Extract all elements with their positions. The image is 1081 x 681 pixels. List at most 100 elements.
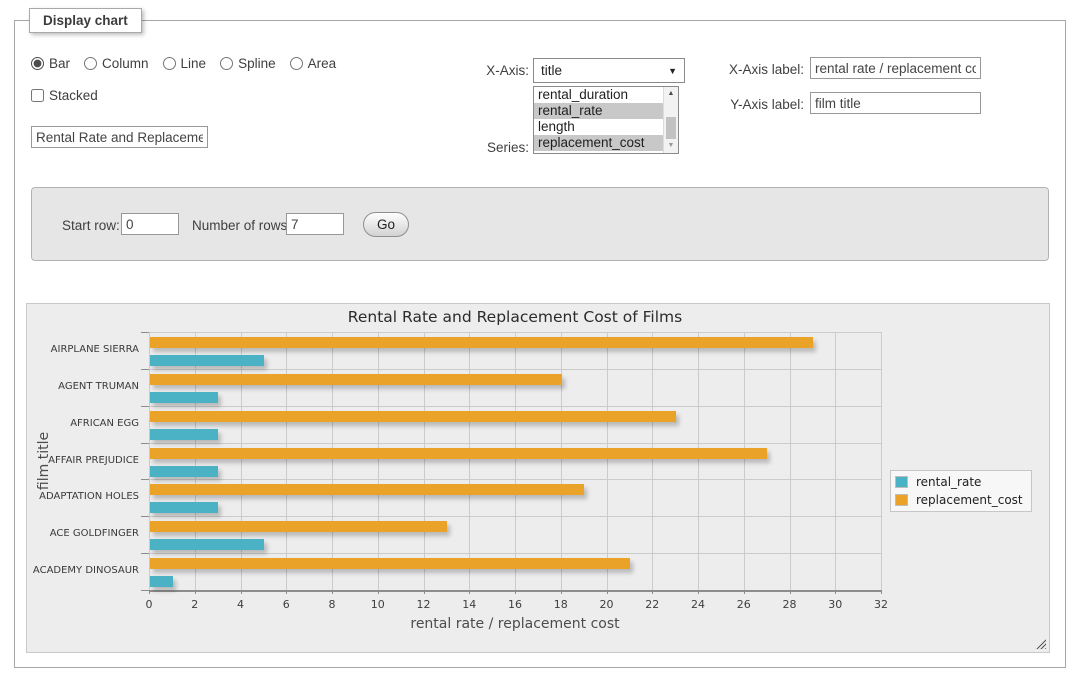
rental_rate-bar: [150, 392, 218, 403]
replacement_cost-bar: [150, 448, 767, 459]
legend-item-rental_rate: rental_rate: [895, 474, 1023, 490]
rental_rate-bar: [150, 502, 218, 513]
series-option-length[interactable]: length: [534, 119, 678, 135]
replacement_cost-bar: [150, 374, 562, 385]
scrollbar-thumb[interactable]: [666, 117, 676, 139]
y-axis-title: film title: [36, 432, 52, 490]
series-option-replacement_cost[interactable]: replacement_cost: [534, 135, 678, 151]
series-select-label: Series:: [456, 140, 529, 155]
chart-type-option-area[interactable]: Area: [290, 56, 337, 71]
chart-type-text: Spline: [238, 56, 276, 71]
y-axis-tick: [141, 590, 149, 591]
chart-type-text: Bar: [49, 56, 70, 71]
stacked-checkbox[interactable]: [31, 89, 44, 102]
row-range-panel: Start row: Number of rows: Go: [31, 187, 1049, 261]
gridline-horizontal: [149, 443, 881, 444]
chart-type-radio-spline[interactable]: [220, 57, 233, 70]
series-option-rental_rate[interactable]: rental_rate: [534, 103, 678, 119]
rental_rate-swatch-icon: [895, 476, 908, 488]
chart-type-option-spline[interactable]: Spline: [220, 56, 276, 71]
x-axis-label-input[interactable]: [810, 57, 981, 79]
rental_rate-bar: [150, 429, 218, 440]
y-axis-tick: [141, 332, 149, 333]
chart-type-option-bar[interactable]: Bar: [31, 56, 70, 71]
gridline-vertical: [561, 332, 562, 590]
stacked-option[interactable]: Stacked: [31, 88, 98, 103]
gridline-vertical: [424, 332, 425, 590]
x-axis-line: [149, 590, 881, 592]
y-axis-tick: [141, 516, 149, 517]
replacement_cost-bar: [150, 521, 447, 532]
chart-container: Rental Rate and Replacement Cost of Film…: [26, 303, 1050, 653]
category-label: AIRPLANE SIERRA: [27, 332, 139, 369]
chart-type-radio-column[interactable]: [84, 57, 97, 70]
y-axis-tick: [141, 369, 149, 370]
x-tick-label: 26: [729, 598, 759, 611]
rental_rate-bar: [150, 539, 264, 550]
replacement_cost-bar: [150, 337, 813, 348]
stacked-label: Stacked: [49, 88, 98, 103]
chart-type-radio-line[interactable]: [163, 57, 176, 70]
x-tick-label: 30: [820, 598, 850, 611]
gridline-vertical: [652, 332, 653, 590]
x-tick-label: 22: [637, 598, 667, 611]
legend-item-replacement_cost: replacement_cost: [895, 492, 1023, 508]
gridline-vertical: [835, 332, 836, 590]
gridline-vertical: [790, 332, 791, 590]
replacement_cost-bar: [150, 411, 676, 422]
x-tick-label: 16: [500, 598, 530, 611]
gridline-vertical: [607, 332, 608, 590]
x-axis-title: rental rate / replacement cost: [149, 616, 881, 632]
chart-type-radio-bar[interactable]: [31, 57, 44, 70]
gridline-horizontal: [149, 553, 881, 554]
series-option-rental_duration[interactable]: rental_duration: [534, 87, 678, 103]
x-tick-label: 20: [592, 598, 622, 611]
y-axis-tick: [141, 443, 149, 444]
chart-legend: rental_rate replacement_cost: [890, 470, 1032, 512]
x-axis-select-label: X-Axis:: [471, 63, 529, 78]
chart-type-text: Line: [181, 56, 207, 71]
x-tick-label: 12: [409, 598, 439, 611]
y-axis-tick: [141, 479, 149, 480]
scroll-down-icon[interactable]: ▼: [664, 139, 678, 153]
start-row-input[interactable]: [121, 213, 179, 235]
y-axis-label-input[interactable]: [810, 92, 981, 114]
go-button[interactable]: Go: [363, 212, 409, 237]
series-listbox[interactable]: rental_durationrental_ratelengthreplacem…: [533, 86, 679, 154]
gridline-horizontal: [149, 406, 881, 407]
gridline-vertical: [195, 332, 196, 590]
x-tick-label: 24: [683, 598, 713, 611]
chart-type-text: Area: [308, 56, 337, 71]
gridline-horizontal: [149, 516, 881, 517]
chart-type-radio-area[interactable]: [290, 57, 303, 70]
x-axis-tick: [881, 590, 882, 594]
series-scrollbar[interactable]: ▲ ▼: [663, 87, 678, 153]
x-axis-select[interactable]: title ▼: [533, 58, 685, 83]
x-axis-selected-value: title: [541, 63, 562, 78]
resize-handle-icon[interactable]: [1035, 638, 1046, 649]
x-tick-label: 10: [363, 598, 393, 611]
legend-label: replacement_cost: [916, 493, 1023, 507]
x-tick-label: 2: [180, 598, 210, 611]
chart-title: Rental Rate and Replacement Cost of Film…: [149, 308, 881, 326]
num-rows-input[interactable]: [286, 213, 344, 235]
chart-title-input[interactable]: [31, 126, 208, 148]
x-tick-label: 32: [866, 598, 896, 611]
category-label: ACE GOLDFINGER: [27, 516, 139, 553]
x-tick-label: 28: [775, 598, 805, 611]
gridline-vertical: [378, 332, 379, 590]
gridline-horizontal: [149, 479, 881, 480]
x-tick-label: 18: [546, 598, 576, 611]
chart-type-option-column[interactable]: Column: [84, 56, 149, 71]
gridline-horizontal: [149, 332, 881, 333]
num-rows-label: Number of rows:: [192, 218, 291, 233]
replacement_cost-swatch-icon: [895, 494, 908, 506]
x-tick-label: 8: [317, 598, 347, 611]
chart-type-text: Column: [102, 56, 149, 71]
scroll-up-icon[interactable]: ▲: [664, 87, 678, 101]
gridline-vertical: [469, 332, 470, 590]
gridline-vertical: [515, 332, 516, 590]
gridline-vertical: [881, 332, 882, 590]
panel-title: Display chart: [29, 8, 142, 33]
chart-type-option-line[interactable]: Line: [163, 56, 207, 71]
